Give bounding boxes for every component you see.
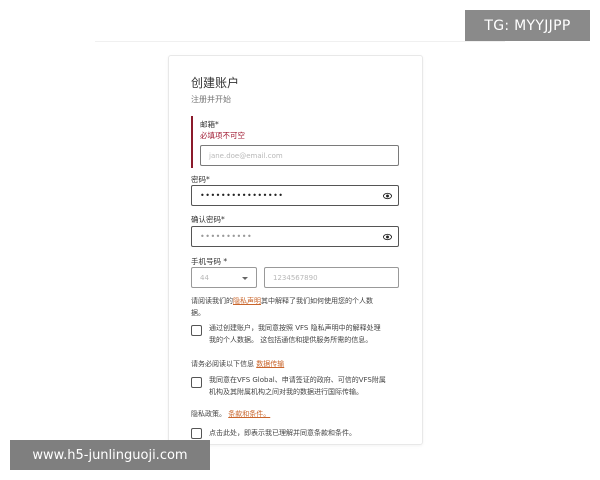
page-title: 创建账户 [191, 76, 240, 90]
consent-processing-checkbox[interactable] [191, 325, 202, 336]
privacy-policy-line: 隐私政策。 条款和条件。 [191, 408, 406, 420]
privacy-notice-pre: 请阅读我们的 [191, 297, 233, 305]
data-transfer-pre: 请务必阅读以下信息 [191, 360, 254, 368]
privacy-notice-post: 其中解释了我们如何使用您的个人数 [261, 297, 373, 305]
confirm-password-label: 确认密码* [191, 215, 225, 224]
email-error-message: 必填项不可空 [200, 131, 245, 140]
page-subtitle: 注册并开始 [191, 95, 231, 104]
privacy-statement-link[interactable]: 隐私声明 [233, 297, 261, 305]
data-transfer-notice: 请务必阅读以下信息 数据传输 [191, 358, 406, 370]
confirm-password-value: •••••••••• [200, 232, 253, 241]
consent-processing-line2: 我的个人数据。 这包括通信和提供服务所需的信息。 [209, 336, 373, 344]
watermark-bottom: www.h5-junlinguoji.com [10, 440, 210, 470]
privacy-policy-pre: 隐私政策。 [191, 410, 226, 418]
confirm-password-field[interactable]: •••••••••• [191, 226, 399, 247]
show-password-eye-icon[interactable] [383, 192, 392, 200]
consent-terms-line1: 点击此处，即表示我已理解并同意条款和条件。 [209, 429, 356, 437]
consent-transfer-checkbox[interactable] [191, 377, 202, 388]
password-field[interactable]: •••••••••••••••• [191, 185, 399, 206]
password-value: •••••••••••••••• [200, 191, 284, 200]
phone-placeholder: 1234567890 [273, 273, 318, 282]
watermark-top: TG: MYYJJPP [465, 10, 590, 41]
consent-terms-text: 点击此处，即表示我已理解并同意条款和条件。 [209, 427, 409, 439]
consent-processing-line1: 通过创建账户，我同意按照 VFS 隐私声明中的解释处理 [209, 324, 381, 332]
email-label: 邮箱* [200, 120, 219, 129]
signup-card: 创建账户 注册并开始 邮箱* 必填项不可空 jane.doe@email.com… [168, 55, 423, 445]
email-field[interactable]: jane.doe@email.com [200, 145, 399, 166]
email-placeholder: jane.doe@email.com [209, 151, 283, 160]
password-label: 密码* [191, 175, 210, 184]
consent-transfer-line1: 我同意在VFS Global、申请签证的政府、可信的VFS附属 [209, 376, 386, 384]
consent-transfer-line2: 机构及其附属机构之间对我的数据进行国际传输。 [209, 388, 363, 396]
page: TG: MYYJJPP 创建账户 注册并开始 邮箱* 必填项不可空 jane.d… [0, 0, 600, 480]
terms-and-conditions-link[interactable]: 条款和条件。 [228, 410, 270, 418]
phone-number-field[interactable]: 1234567890 [264, 267, 399, 288]
privacy-notice-line2: 据。 [191, 309, 205, 317]
consent-transfer-text: 我同意在VFS Global、申请签证的政府、可信的VFS附属 机构及其附属机构… [209, 374, 409, 398]
country-code-value: 44 [200, 273, 209, 282]
chevron-down-icon [242, 277, 248, 280]
top-divider [95, 41, 505, 42]
consent-processing-text: 通过创建账户，我同意按照 VFS 隐私声明中的解释处理 我的个人数据。 这包括通… [209, 322, 409, 346]
country-code-select[interactable]: 44 [191, 267, 257, 288]
privacy-notice-text: 请阅读我们的隐私声明其中解释了我们如何使用您的个人数 据。 [191, 295, 406, 319]
phone-label: 手机号码 * [191, 257, 228, 266]
show-confirm-password-eye-icon[interactable] [383, 233, 392, 241]
data-transfer-link[interactable]: 数据传输 [256, 360, 284, 368]
consent-terms-checkbox[interactable] [191, 428, 202, 439]
